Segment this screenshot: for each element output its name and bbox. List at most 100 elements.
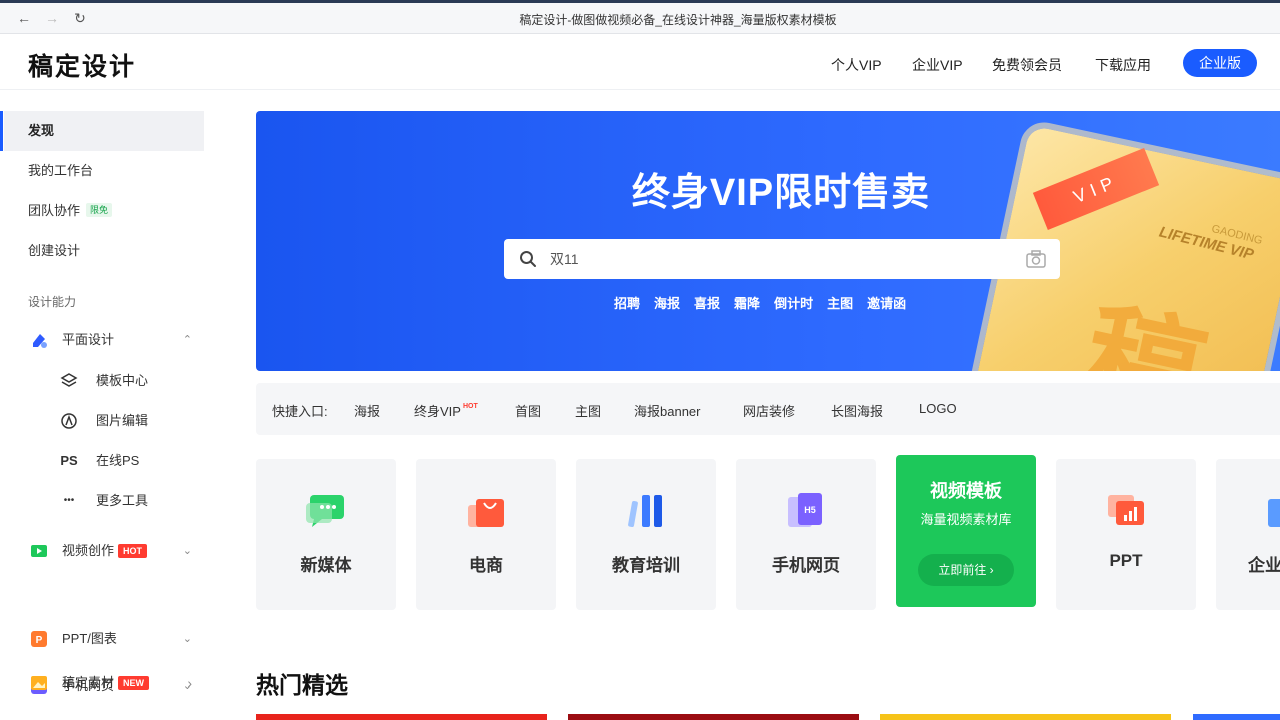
tile-enterprise[interactable]: 企业 [1216, 459, 1280, 610]
sidebar-cat-video[interactable]: 视频创作 HOT ⌄ [28, 539, 204, 563]
quick-link[interactable]: 网店装修 [743, 401, 795, 420]
search-input[interactable] [550, 249, 1010, 269]
quick-link-lifetime-vip[interactable]: 终身VIP HOT [414, 401, 478, 420]
nav-download-app[interactable]: 下载应用 [1095, 55, 1151, 75]
video-tile-subtitle: 海量视频素材库 [920, 512, 1012, 527]
new-badge: NEW [118, 676, 149, 690]
tile-mobile-web[interactable]: H5 手机网页 [736, 459, 876, 610]
hot-word[interactable]: 邀请函 [867, 296, 906, 311]
hot-badge: HOT [118, 544, 147, 558]
chat-icon [306, 495, 344, 527]
quick-link[interactable]: 首图 [515, 401, 541, 420]
tile-label: PPT [1109, 551, 1143, 570]
h5-page-icon: H5 [788, 493, 822, 527]
hot-picks-title: 热门精选 [256, 672, 348, 698]
video-tile-title: 视频模板 [930, 481, 1002, 501]
site-header: 稿定设计 个人VIP 企业VIP 免费领会员 下载应用 企业版 [0, 34, 1280, 90]
tile-label: 企业 [1248, 556, 1280, 575]
hot-word[interactable]: 主图 [827, 296, 853, 311]
nav-personal-vip[interactable]: 个人VIP [831, 55, 882, 75]
sidebar-sub-label: 更多工具 [96, 493, 149, 508]
svg-text:P: P [36, 635, 43, 646]
hot-word[interactable]: 倒计时 [774, 296, 813, 311]
sidebar-item-label: 创建设计 [28, 243, 81, 258]
tile-label: 电商 [469, 556, 503, 575]
search-box[interactable] [504, 239, 1060, 279]
hero-banner[interactable]: VIP GAODING LIFETIME VIP 稿 终身VIP限时售卖 招聘海… [256, 111, 1280, 371]
sidebar-item-label: 发现 [28, 123, 55, 138]
sidebar-sub-label: 模板中心 [96, 373, 149, 388]
quick-entry-label: 快捷入口: [272, 404, 328, 419]
sidebar-sub-label: 在线PS [96, 453, 140, 468]
ppt-icon: P [31, 631, 47, 647]
ppt-chart-icon [1108, 495, 1144, 525]
sidebar-cat-label: 视频创作 [62, 543, 115, 558]
sidebar-cat-ppt[interactable]: P PPT/图表 ⌄ [28, 627, 204, 651]
nav-free-membership[interactable]: 免费领会员 [992, 55, 1062, 75]
quick-entry-bar: 快捷入口: 海报 终身VIP HOT 首图 主图 海报banner 网店装修 长图… [256, 383, 1280, 435]
sidebar-item-label: 我的工作台 [28, 163, 94, 178]
sidebar-cat-materials[interactable]: 稿定素材 NEW › [28, 671, 204, 695]
tile-education[interactable]: 教育培训 [576, 459, 716, 610]
chevron-down-icon: ⌄ [182, 633, 192, 645]
banner-headline: 终身VIP限时售卖 [631, 172, 931, 214]
free-badge: 限免 [86, 203, 113, 217]
tile-ecommerce[interactable]: 电商 [416, 459, 556, 610]
edit-icon [61, 413, 77, 429]
video-icon [31, 545, 47, 557]
go-now-button[interactable]: 立即前往 › [918, 554, 1014, 586]
sidebar-item-label: 团队协作 [28, 203, 81, 218]
section-label: 设计能力 [28, 295, 77, 309]
ps-icon: PS [60, 453, 78, 468]
svg-text:H5: H5 [804, 505, 816, 515]
more-icon: ••• [63, 495, 75, 506]
quick-link-label: 终身VIP [414, 404, 461, 419]
quick-link[interactable]: 海报banner [634, 401, 700, 420]
design-icon [33, 334, 47, 348]
featured-thumbnail[interactable] [568, 714, 859, 720]
tile-new-media[interactable]: 新媒体 [256, 459, 396, 610]
chevron-down-icon: ⌄ [182, 545, 192, 557]
sidebar: 发现 我的工作台 团队协作 限免 创建设计 设计能力 平面设计 ⌃ 模板中心 图片… [0, 91, 220, 720]
quick-link[interactable]: LOGO [919, 401, 957, 416]
tile-video-templates[interactable]: 视频模板 海量视频素材库 立即前往 › [896, 455, 1036, 607]
shopping-bag-icon [468, 499, 504, 527]
site-logo[interactable]: 稿定设计 [28, 47, 136, 83]
enterprise-icon [1268, 499, 1280, 527]
featured-thumbnail[interactable] [1193, 714, 1280, 720]
tile-ppt[interactable]: PPT [1056, 459, 1196, 610]
layers-icon [60, 373, 78, 387]
hot-word[interactable]: 海报 [654, 296, 680, 311]
featured-thumbnail[interactable] [880, 714, 1171, 720]
quick-link[interactable]: 主图 [575, 401, 601, 420]
search-icon [520, 251, 536, 267]
camera-icon[interactable] [1026, 250, 1046, 268]
quick-link[interactable]: 长图海报 [831, 401, 883, 420]
quick-link[interactable]: 海报 [354, 401, 380, 420]
hot-badge: HOT [462, 403, 478, 410]
hot-search-words: 招聘 海报 喜报 霜降 倒计时 主图 邀请函 [614, 293, 920, 312]
tile-label: 新媒体 [300, 556, 352, 575]
hot-word[interactable]: 霜降 [734, 296, 760, 311]
browser-toolbar: ← → ↻ 稿定设计-做图做视频必备_在线设计神器_海量版权素材模板 [0, 3, 1280, 34]
sidebar-cat-label: 稿定素材 [62, 675, 115, 690]
tile-label: 手机网页 [772, 556, 840, 575]
material-icon [31, 676, 47, 690]
tab-title: 稿定设计-做图做视频必备_在线设计神器_海量版权素材模板 [519, 13, 837, 27]
tile-label: 教育培训 [612, 556, 680, 575]
sidebar-cat-graphic-design[interactable]: 平面设计 ⌃ [28, 328, 204, 352]
sidebar-item-workspace[interactable]: 我的工作台 [4, 151, 204, 191]
chevron-right-icon: › [187, 675, 192, 691]
sidebar-cat-label: 平面设计 [62, 332, 115, 347]
featured-thumbnail[interactable] [256, 714, 547, 720]
chevron-up-icon: ⌃ [182, 334, 192, 346]
enterprise-button[interactable]: 企业版 [1183, 49, 1257, 77]
sidebar-item-discover[interactable]: 发现 [0, 111, 204, 151]
nav-enterprise-vip[interactable]: 企业VIP [912, 55, 963, 75]
books-icon [628, 495, 662, 528]
sidebar-item-create[interactable]: 创建设计 [4, 231, 204, 271]
sidebar-cat-label: PPT/图表 [62, 631, 117, 646]
hot-word[interactable]: 招聘 [614, 296, 640, 311]
hot-word[interactable]: 喜报 [694, 296, 720, 311]
sidebar-item-team[interactable]: 团队协作 限免 [4, 191, 204, 231]
